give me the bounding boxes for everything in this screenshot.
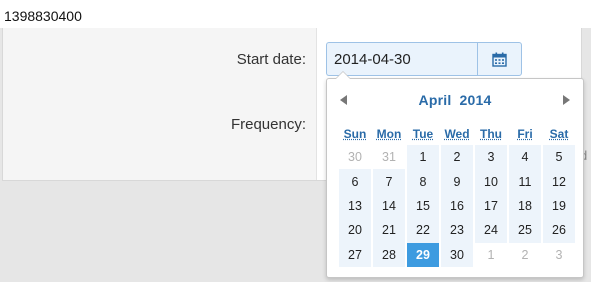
weekday-header: Mon <box>376 127 402 141</box>
calendar-day[interactable]: 20 <box>339 218 371 243</box>
calendar-button[interactable] <box>477 42 522 76</box>
calendar-day[interactable]: 2 <box>509 242 541 267</box>
calendar-day[interactable]: 8 <box>407 169 439 194</box>
start-date-label: Start date: <box>236 51 306 68</box>
calendar-day[interactable]: 3 <box>475 145 507 170</box>
calendar-day[interactable]: 17 <box>475 193 507 219</box>
weekday-header-row: Sun Mon Tue Wed Thu Fri Sat <box>339 123 575 145</box>
label-column: Start date: Frequency: <box>3 28 317 180</box>
calendar-day[interactable]: 10 <box>475 169 507 194</box>
calendar-day[interactable]: 1 <box>407 145 439 170</box>
weekday-header: Sat <box>549 127 569 141</box>
prev-month-button[interactable] <box>335 91 353 109</box>
weekday-header: Fri <box>517 127 533 141</box>
weekday-header: Wed <box>444 127 470 141</box>
timestamp-text: 1398830400 <box>0 0 591 28</box>
calendar-week-row: 13 14 15 16 17 18 19 <box>339 193 575 219</box>
calendar-day[interactable]: 30 <box>441 242 473 267</box>
month-year-title[interactable]: April 2014 <box>417 92 494 108</box>
calendar-day[interactable]: 18 <box>509 193 541 219</box>
weekday-header: Tue <box>412 127 434 141</box>
calendar-day[interactable]: 15 <box>407 193 439 219</box>
frequency-label: Frequency: <box>230 116 306 133</box>
calendar-week-row: 30 31 1 2 3 4 5 <box>339 145 575 170</box>
calendar-day[interactable]: 11 <box>509 169 541 194</box>
year-label: 2014 <box>459 92 492 108</box>
calendar-week-row: 6 7 8 9 10 11 12 <box>339 169 575 194</box>
calendar-week-row: 27 28 29 30 1 2 3 <box>339 242 575 267</box>
weekday-header: Thu <box>480 127 502 141</box>
calendar-day[interactable]: 6 <box>339 169 371 194</box>
calendar-day[interactable]: 5 <box>543 145 575 170</box>
calendar-day[interactable]: 28 <box>373 242 405 267</box>
start-date-input-group <box>326 42 522 76</box>
calendar-day[interactable]: 9 <box>441 169 473 194</box>
calendar-day[interactable]: 29 <box>407 242 439 267</box>
calendar-grid: Sun Mon Tue Wed Thu Fri Sat 30 31 1 2 3 4 5 6 7 8 9 10 11 1… <box>337 123 577 267</box>
calendar-day[interactable]: 27 <box>339 242 371 267</box>
calendar-day[interactable]: 31 <box>373 145 405 170</box>
calendar-day[interactable]: 3 <box>543 242 575 267</box>
calendar-day[interactable]: 24 <box>475 218 507 243</box>
calendar-day[interactable]: 2 <box>441 145 473 170</box>
next-month-button[interactable] <box>557 91 575 109</box>
calendar-day[interactable]: 1 <box>475 242 507 267</box>
calendar-day[interactable]: 23 <box>441 218 473 243</box>
calendar-day[interactable]: 7 <box>373 169 405 194</box>
calendar-day[interactable]: 26 <box>543 218 575 243</box>
calendar-day[interactable]: 19 <box>543 193 575 219</box>
datepicker-popup: April 2014 Sun Mon Tue Wed Thu Fri Sat 30 31 1 2 3… <box>326 71 584 278</box>
calendar-day[interactable]: 30 <box>339 145 371 170</box>
weekday-header: Sun <box>343 127 367 141</box>
calendar-day[interactable]: 16 <box>441 193 473 219</box>
calendar-day[interactable]: 13 <box>339 193 371 219</box>
datepicker-header: April 2014 <box>327 87 583 113</box>
calendar-day[interactable]: 22 <box>407 218 439 243</box>
triangle-right-icon <box>563 95 570 105</box>
calendar-day[interactable]: 25 <box>509 218 541 243</box>
calendar-day[interactable]: 21 <box>373 218 405 243</box>
calendar-day[interactable]: 12 <box>543 169 575 194</box>
calendar-icon <box>492 52 507 67</box>
triangle-left-icon <box>340 95 347 105</box>
calendar-week-row: 20 21 22 23 24 25 26 <box>339 218 575 243</box>
calendar-day[interactable]: 4 <box>509 145 541 170</box>
month-label: April <box>418 92 452 108</box>
calendar-day[interactable]: 14 <box>373 193 405 219</box>
